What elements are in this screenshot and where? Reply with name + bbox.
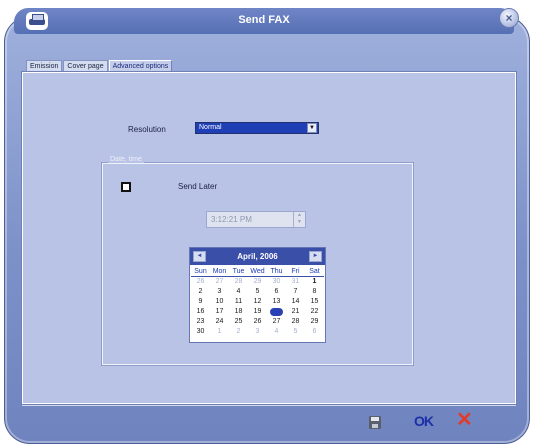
calendar-day[interactable]: 2 [229, 327, 248, 337]
weekday-label: Thu [270, 268, 283, 275]
calendar-day[interactable]: 14 [286, 297, 305, 307]
calendar-day[interactable]: 12 [248, 297, 267, 307]
calendar-day[interactable]: 5 [248, 287, 267, 297]
send-later-label: Send Later [178, 182, 218, 191]
calendar-week-row: 26 27 28 29 30 31 1 [191, 277, 324, 287]
cancel-button[interactable]: ✕ [456, 410, 473, 430]
date-time-legend: Date, time [108, 156, 144, 163]
calendar-day[interactable]: 8 [305, 287, 324, 297]
chevron-down-icon[interactable]: ▼ [307, 123, 317, 133]
time-input[interactable]: 3:12:21 PM ▲ ▼ [206, 211, 306, 228]
calendar-day[interactable]: 11 [229, 297, 248, 307]
save-icon[interactable] [369, 416, 381, 429]
weekday-label: Sun [194, 268, 207, 275]
calendar-day[interactable]: 15 [305, 297, 324, 307]
weekday-label: Fri [291, 268, 300, 275]
calendar-week-row: 23 24 25 26 27 28 29 [191, 317, 324, 327]
calendar-day[interactable]: 16 [191, 307, 210, 317]
window-title: Send FAX [238, 14, 290, 26]
calendar-week-row: 9 10 11 12 13 14 15 [191, 297, 324, 307]
calendar-day[interactable]: 23 [191, 317, 210, 327]
calendar-day[interactable]: 3 [210, 287, 229, 297]
calendar-day[interactable]: 18 [229, 307, 248, 317]
send-later-checkbox[interactable] [121, 182, 131, 192]
calendar-grid: Sun Mon Tue Wed Thu Fri Sat 26 27 28 29 … [191, 267, 324, 337]
calendar-day[interactable]: 30 [267, 277, 286, 287]
resolution-selected-value: Normal [199, 124, 222, 131]
calendar-day[interactable]: 13 [267, 297, 286, 307]
calendar-month-title: April, 2006 [237, 252, 278, 261]
title-bar: Send FAX [14, 8, 514, 34]
calendar-day[interactable]: 21 [286, 307, 305, 317]
weekday-label: Sat [309, 268, 320, 275]
calendar-day[interactable]: 27 [267, 317, 286, 327]
calendar-day[interactable]: 22 [305, 307, 324, 317]
calendar-day[interactable]: 3 [248, 327, 267, 337]
resolution-select[interactable]: Normal ▼ [195, 122, 319, 134]
spin-up-icon[interactable]: ▲ [294, 212, 305, 219]
calendar-day[interactable]: 1 [305, 277, 324, 287]
weekday-label: Mon [212, 268, 227, 275]
calendar-day[interactable]: 10 [210, 297, 229, 307]
calendar-day[interactable]: 26 [248, 317, 267, 327]
calendar-week-row: 16 17 18 19 20 21 22 [191, 307, 324, 317]
calendar-day-selected[interactable]: 20 [267, 307, 286, 317]
calendar-day[interactable]: 27 [210, 277, 229, 287]
time-value: 3:12:21 PM [211, 215, 252, 224]
calendar-week-row: 30 1 2 3 4 5 6 [191, 327, 324, 337]
time-spinner[interactable]: ▲ ▼ [293, 212, 305, 227]
calendar-header: ◄ April, 2006 ► [190, 248, 325, 265]
calendar-day[interactable]: 5 [286, 327, 305, 337]
weekday-label: Tue [232, 268, 245, 275]
calendar-day[interactable]: 26 [191, 277, 210, 287]
calendar-week-row: 2 3 4 5 6 7 8 [191, 287, 324, 297]
calendar-day[interactable]: 28 [286, 317, 305, 327]
calendar-weekday-row: Sun Mon Tue Wed Thu Fri Sat [191, 267, 324, 277]
calendar-day[interactable]: 19 [248, 307, 267, 317]
calendar: ◄ April, 2006 ► Sun Mon Tue Wed Thu Fri … [189, 247, 326, 343]
calendar-day[interactable]: 2 [191, 287, 210, 297]
calendar-day[interactable]: 6 [267, 287, 286, 297]
calendar-day[interactable]: 31 [286, 277, 305, 287]
calendar-day[interactable]: 4 [267, 327, 286, 337]
calendar-day[interactable]: 1 [210, 327, 229, 337]
calendar-next-button[interactable]: ► [309, 251, 322, 262]
calendar-day[interactable]: 17 [210, 307, 229, 317]
calendar-day[interactable]: 30 [191, 327, 210, 337]
calendar-day[interactable]: 4 [229, 287, 248, 297]
calendar-day[interactable]: 24 [210, 317, 229, 327]
tab-emission[interactable]: Emission [26, 60, 63, 72]
weekday-label: Wed [250, 268, 265, 275]
calendar-day[interactable]: 7 [286, 287, 305, 297]
calendar-day[interactable]: 6 [305, 327, 324, 337]
calendar-day[interactable]: 25 [229, 317, 248, 327]
calendar-day[interactable]: 29 [305, 317, 324, 327]
spin-down-icon[interactable]: ▼ [294, 219, 305, 226]
close-button[interactable]: × [499, 8, 519, 28]
calendar-day[interactable]: 9 [191, 297, 210, 307]
ok-button[interactable]: OK [414, 413, 434, 429]
tab-cover-page[interactable]: Cover page [63, 60, 108, 72]
calendar-day[interactable]: 29 [248, 277, 267, 287]
calendar-day[interactable]: 28 [229, 277, 248, 287]
resolution-label: Resolution [128, 125, 166, 134]
footer-divider [22, 405, 516, 406]
